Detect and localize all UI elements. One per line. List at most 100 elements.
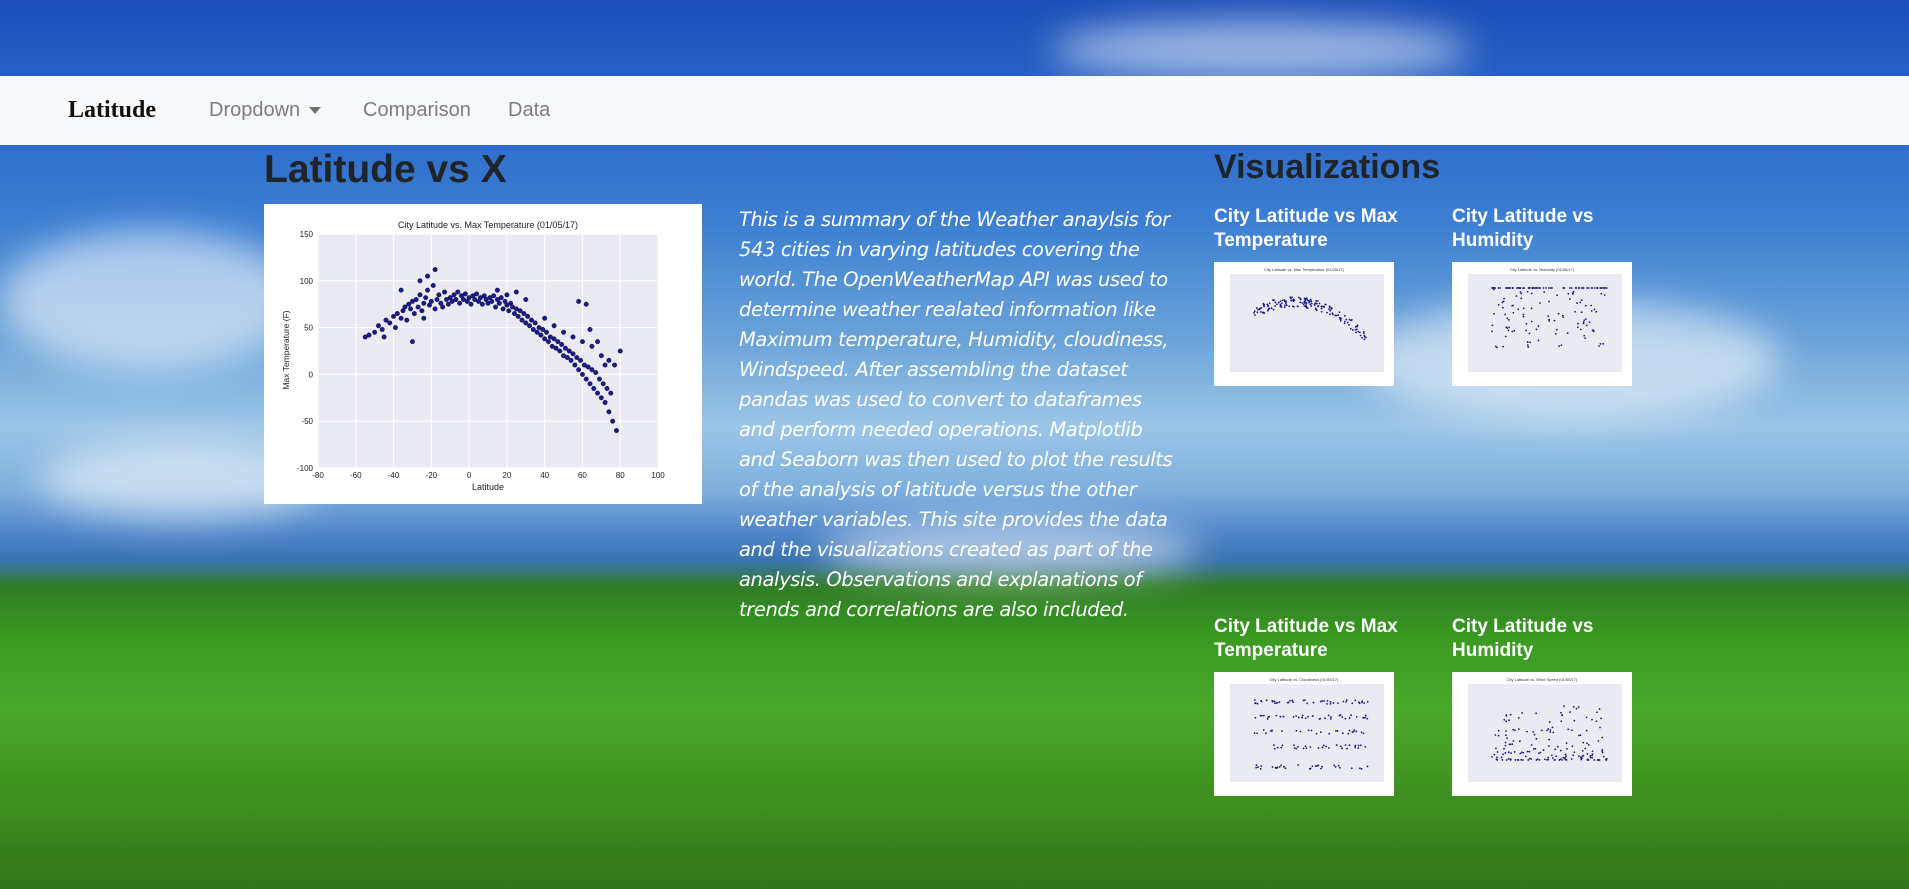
thumb-data-point: [1507, 757, 1510, 760]
thumb-data-point: [1338, 714, 1341, 717]
data-point: [606, 357, 612, 363]
thumb-data-point: [1561, 759, 1564, 761]
data-point: [540, 327, 546, 332]
data-point: [513, 289, 519, 295]
thumb-data-point: [1329, 718, 1332, 720]
thumb-data-point: [1574, 310, 1576, 313]
thumbnail-cloudiness[interactable]: City Latitude vs. Cloudiness (01/05/17): [1214, 672, 1394, 796]
thumb-data-point: [1492, 288, 1495, 291]
thumb-data-point: [1507, 329, 1510, 332]
thumb-data-point: [1522, 759, 1524, 761]
thumb-data-point: [1557, 312, 1560, 315]
thumb-data-point: [1265, 699, 1268, 702]
thumb-data-point: [1533, 748, 1535, 750]
thumb-data-point: [1332, 702, 1335, 704]
data-point: [568, 357, 574, 363]
data-point: [596, 376, 602, 382]
thumb-data-point: [1593, 308, 1596, 311]
data-point: [457, 300, 463, 306]
thumb-data-point: [1341, 716, 1344, 718]
thumb-data-point: [1599, 726, 1601, 729]
thumb-data-point: [1571, 729, 1573, 732]
thumb-data-point: [1343, 322, 1346, 325]
thumb-data-point: [1591, 750, 1594, 752]
thumb-data-point: [1537, 752, 1540, 755]
thumb-data-point: [1301, 302, 1304, 304]
thumb-data-point: [1281, 299, 1284, 302]
x-tick-label: 40: [540, 471, 549, 480]
data-point: [430, 283, 436, 288]
thumb-data-point: [1262, 729, 1265, 731]
thumb-data-point: [1337, 702, 1339, 704]
thumb-data-point: [1530, 292, 1533, 295]
data-point: [570, 334, 576, 340]
data-point: [428, 298, 434, 304]
data-point: [521, 311, 527, 317]
thumb-data-point: [1497, 729, 1500, 732]
thumb-data-point: [1358, 331, 1361, 334]
thumb-data-point: [1506, 317, 1509, 320]
thumb-data-point: [1284, 300, 1287, 302]
data-point: [440, 304, 446, 310]
thumbnail-temperature[interactable]: City Latitude vs. Max Temperature (01/05…: [1214, 262, 1394, 386]
thumb-data-point: [1318, 718, 1321, 720]
thumb-data-point: [1355, 328, 1358, 331]
data-point: [542, 315, 548, 321]
nav-comparison[interactable]: Comparison: [363, 99, 471, 122]
data-point: [417, 278, 423, 284]
thumb-data-point: [1505, 287, 1508, 289]
thumb-data-point: [1563, 705, 1565, 708]
y-axis-label: Max Temperature (F): [281, 310, 291, 389]
data-point: [504, 292, 510, 298]
thumb-data-point: [1522, 313, 1525, 316]
thumb-data-point: [1505, 720, 1508, 723]
thumb-data-point: [1577, 706, 1580, 708]
thumb-data-point: [1337, 764, 1340, 767]
thumb-data-point: [1548, 745, 1550, 747]
data-point: [587, 327, 593, 332]
thumb-data-point: [1497, 287, 1500, 289]
thumb-data-point: [1496, 751, 1499, 753]
thumb-data-point: [1290, 297, 1292, 300]
thumb-data-point: [1595, 711, 1598, 714]
navbar-brand[interactable]: Latitude: [68, 97, 156, 124]
thumb-data-point: [1330, 716, 1332, 718]
data-point: [566, 348, 572, 354]
thumb-data-point: [1585, 324, 1588, 327]
thumb-data-point: [1542, 749, 1545, 751]
thumb-data-point: [1582, 321, 1585, 323]
thumb-data-point: [1560, 344, 1563, 347]
thumb-data-point: [1329, 702, 1332, 705]
thumb-data-point: [1572, 754, 1575, 757]
thumb-data-point: [1362, 332, 1365, 335]
thumb-data-point: [1303, 699, 1306, 702]
nav-dropdown[interactable]: Dropdown: [209, 99, 322, 122]
thumb-data-point: [1360, 768, 1363, 770]
thumb-data-point: [1259, 714, 1262, 717]
thumb-data-point: [1602, 755, 1605, 758]
nav-data[interactable]: Data: [508, 99, 550, 122]
thumbnail-humidity[interactable]: City Latitude vs. Humidity (01/05/17): [1452, 262, 1632, 386]
thumb-data-point: [1318, 302, 1321, 305]
thumb-data-point: [1273, 702, 1276, 705]
data-point: [583, 301, 589, 307]
thumb-data-point: [1342, 700, 1345, 703]
thumb-data-point: [1499, 287, 1502, 289]
thumb-data-point: [1273, 747, 1276, 750]
thumb-data-point: [1503, 718, 1506, 721]
data-point: [519, 317, 525, 323]
thumb-data-point: [1355, 331, 1357, 334]
thumb-data-point: [1508, 326, 1511, 329]
thumb-data-point: [1513, 329, 1516, 332]
thumb-data-point: [1357, 330, 1360, 333]
data-point: [423, 295, 429, 301]
thumb-data-point: [1500, 756, 1503, 759]
thumb-data-point: [1363, 335, 1366, 338]
thumbnail-windspeed[interactable]: City Latitude vs. Wind Speed (01/05/17): [1452, 672, 1632, 796]
thumb-data-point: [1329, 309, 1332, 312]
thumb-data-point: [1308, 768, 1311, 770]
thumb-data-point: [1547, 728, 1550, 730]
data-point: [409, 339, 415, 345]
thumb-data-point: [1352, 730, 1355, 733]
thumb-data-point: [1295, 715, 1298, 717]
